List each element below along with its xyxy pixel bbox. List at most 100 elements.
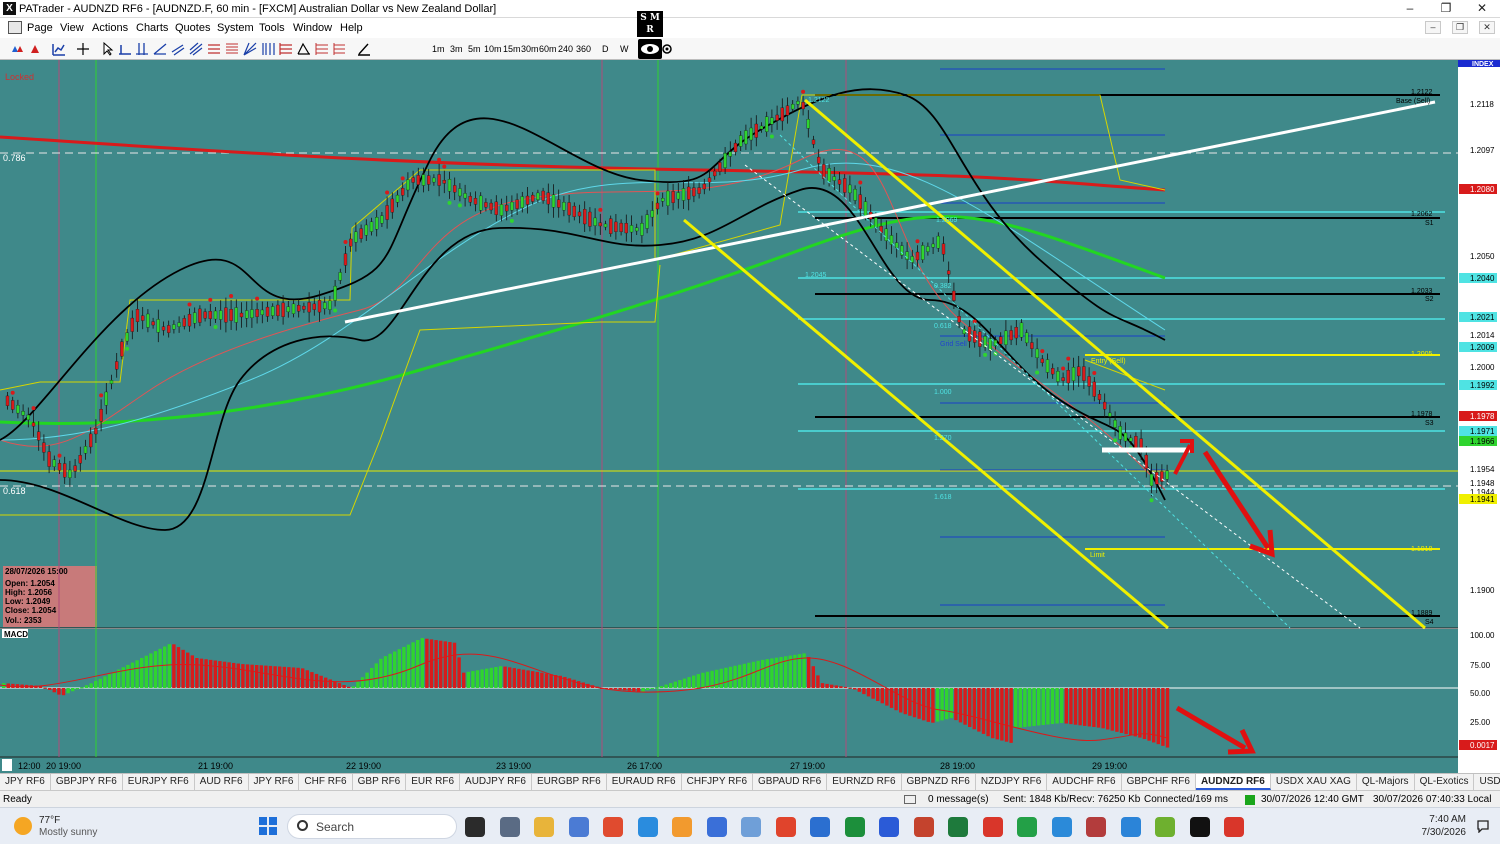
crosshair-icon[interactable]: [76, 42, 90, 56]
symbol-tab[interactable]: GBPCHF RF6: [1122, 774, 1196, 790]
symbol-tab[interactable]: JPY RF6: [249, 774, 300, 790]
triangle-icon[interactable]: [297, 42, 311, 56]
calculator-icon[interactable]: [499, 817, 520, 837]
smr-badge[interactable]: S M R: [637, 11, 663, 37]
symbol-tab[interactable]: GBP RF6: [353, 774, 407, 790]
symbol-tab[interactable]: CHF RF6: [299, 774, 353, 790]
close-button[interactable]: ✕: [1464, 0, 1500, 18]
symbol-tab[interactable]: USDX XAU XAG: [1271, 774, 1357, 790]
menu-charts[interactable]: Charts: [136, 22, 168, 34]
cursor-icon[interactable]: [101, 42, 115, 56]
timeframe-daily[interactable]: D: [602, 44, 609, 54]
mdi-minimize-button[interactable]: –: [1425, 21, 1441, 34]
pitchfork-icon[interactable]: [189, 42, 203, 56]
media-icon[interactable]: [1086, 817, 1106, 837]
menu-quotes[interactable]: Quotes: [175, 22, 210, 34]
page-icon[interactable]: [8, 21, 22, 34]
symbol-tab[interactable]: EURJPY RF6: [123, 774, 195, 790]
timeframe-360[interactable]: 360: [576, 44, 591, 54]
timeframe-weekly[interactable]: W: [620, 44, 629, 54]
vertical-line-icon[interactable]: [135, 42, 149, 56]
menu-actions[interactable]: Actions: [92, 22, 128, 34]
horizontal-line-icon[interactable]: [118, 42, 132, 56]
symbol-tab[interactable]: GBPAUD RF6: [753, 774, 828, 790]
trader-icon[interactable]: [637, 817, 658, 837]
chart-type-icon[interactable]: [52, 42, 66, 56]
folder-icon[interactable]: [534, 817, 554, 837]
symbol-tab[interactable]: JPY RF6: [0, 774, 51, 790]
mdi-close-button[interactable]: ✕: [1479, 21, 1495, 34]
timeframe-1m[interactable]: 1m: [432, 44, 445, 54]
symbol-tab[interactable]: CHFJPY RF6: [682, 774, 754, 790]
calendar-icon[interactable]: [1120, 817, 1141, 837]
menu-tools[interactable]: Tools: [259, 22, 285, 34]
menu-view[interactable]: View: [60, 22, 84, 34]
chart-icon[interactable]: [844, 817, 865, 837]
eye-icon[interactable]: [638, 39, 662, 59]
timeframe-5m[interactable]: 5m: [468, 44, 481, 54]
fib-extension-icon[interactable]: [225, 42, 239, 56]
time-zones-icon[interactable]: [261, 42, 275, 56]
settings-gear-icon[interactable]: [660, 42, 674, 56]
symbol-tab[interactable]: EURGBP RF6: [532, 774, 607, 790]
status-messages[interactable]: 0 message(s): [928, 794, 989, 805]
minimize-button[interactable]: –: [1392, 0, 1428, 18]
text-tool-icon[interactable]: [315, 42, 329, 56]
scroll-left-handle[interactable]: [2, 759, 12, 771]
envelope-icon[interactable]: [904, 795, 916, 804]
symbol-tab[interactable]: AUDCHF RF6: [1047, 774, 1122, 790]
symbol-tab[interactable]: AUD RF6: [195, 774, 249, 790]
symbol-tab[interactable]: AUDNZD RF6: [1195, 774, 1271, 790]
file-explorer-icon[interactable]: [465, 817, 485, 837]
symbol-tab[interactable]: EURNZD RF6: [827, 774, 902, 790]
symbol-tab[interactable]: USDX RF: [1474, 774, 1500, 790]
app-icon[interactable]: X: [3, 2, 16, 15]
chrome-icon[interactable]: [603, 817, 623, 837]
alert-icon[interactable]: [28, 42, 42, 56]
excel-icon[interactable]: [948, 817, 968, 837]
symbol-tab[interactable]: EUR RF6: [406, 774, 461, 790]
maximize-button[interactable]: ❐: [1428, 0, 1464, 18]
trendline-icon[interactable]: [153, 42, 167, 56]
timeframe-3m[interactable]: 3m: [450, 44, 463, 54]
menu-window[interactable]: Window: [293, 22, 332, 34]
mdi-restore-button[interactable]: ❐: [1452, 21, 1468, 34]
powerpoint-icon[interactable]: [913, 817, 934, 837]
windows-start-icon[interactable]: [259, 817, 277, 835]
pdf-icon[interactable]: [982, 817, 1003, 837]
smr-app-icon[interactable]: [1189, 817, 1210, 837]
telegram-icon[interactable]: [1051, 817, 1072, 837]
timeframe-30m[interactable]: 30m: [521, 44, 539, 54]
green-c-icon[interactable]: [1017, 817, 1037, 837]
symbol-tab[interactable]: GBPNZD RF6: [902, 774, 976, 790]
price-chart[interactable]: Locked INDEX 0.786 0.618 28/07/2026 15:0…: [0, 60, 1500, 773]
snip-icon[interactable]: [672, 817, 692, 837]
blue-s-icon[interactable]: [810, 817, 830, 837]
system-clock[interactable]: 7:40 AM 7/30/2026: [1422, 814, 1467, 838]
taskbar-search[interactable]: Search: [287, 814, 457, 839]
gann-icon[interactable]: [333, 42, 347, 56]
menu-help[interactable]: Help: [340, 22, 363, 34]
red-s-icon[interactable]: [775, 817, 796, 837]
notification-icon[interactable]: [1476, 819, 1490, 833]
timeframe-15m[interactable]: 15m: [503, 44, 521, 54]
levels-icon[interactable]: [279, 42, 293, 56]
fan-icon[interactable]: [243, 42, 257, 56]
pin-icon[interactable]: [568, 817, 589, 837]
chart-area[interactable]: Locked INDEX 0.786 0.618 28/07/2026 15:0…: [0, 60, 1500, 773]
notes-icon[interactable]: [706, 817, 727, 837]
green-w-icon[interactable]: [1155, 817, 1175, 837]
symbol-tab[interactable]: QL-Exotics: [1415, 774, 1475, 790]
menu-page[interactable]: Page: [27, 22, 53, 34]
symbol-tab[interactable]: EURAUD RF6: [607, 774, 682, 790]
timeframe-240[interactable]: 240: [558, 44, 573, 54]
symbol-tab[interactable]: AUDJPY RF6: [460, 774, 532, 790]
word-icon[interactable]: [879, 817, 899, 837]
symbol-tab[interactable]: NZDJPY RF6: [976, 774, 1048, 790]
buy-sell-icon[interactable]: [10, 42, 24, 56]
channel-icon[interactable]: [171, 42, 185, 56]
photos-icon[interactable]: [741, 817, 761, 837]
fibonacci-icon[interactable]: [207, 42, 221, 56]
timeframe-60m[interactable]: 60m: [539, 44, 557, 54]
chrome-2-icon[interactable]: [1224, 817, 1244, 837]
